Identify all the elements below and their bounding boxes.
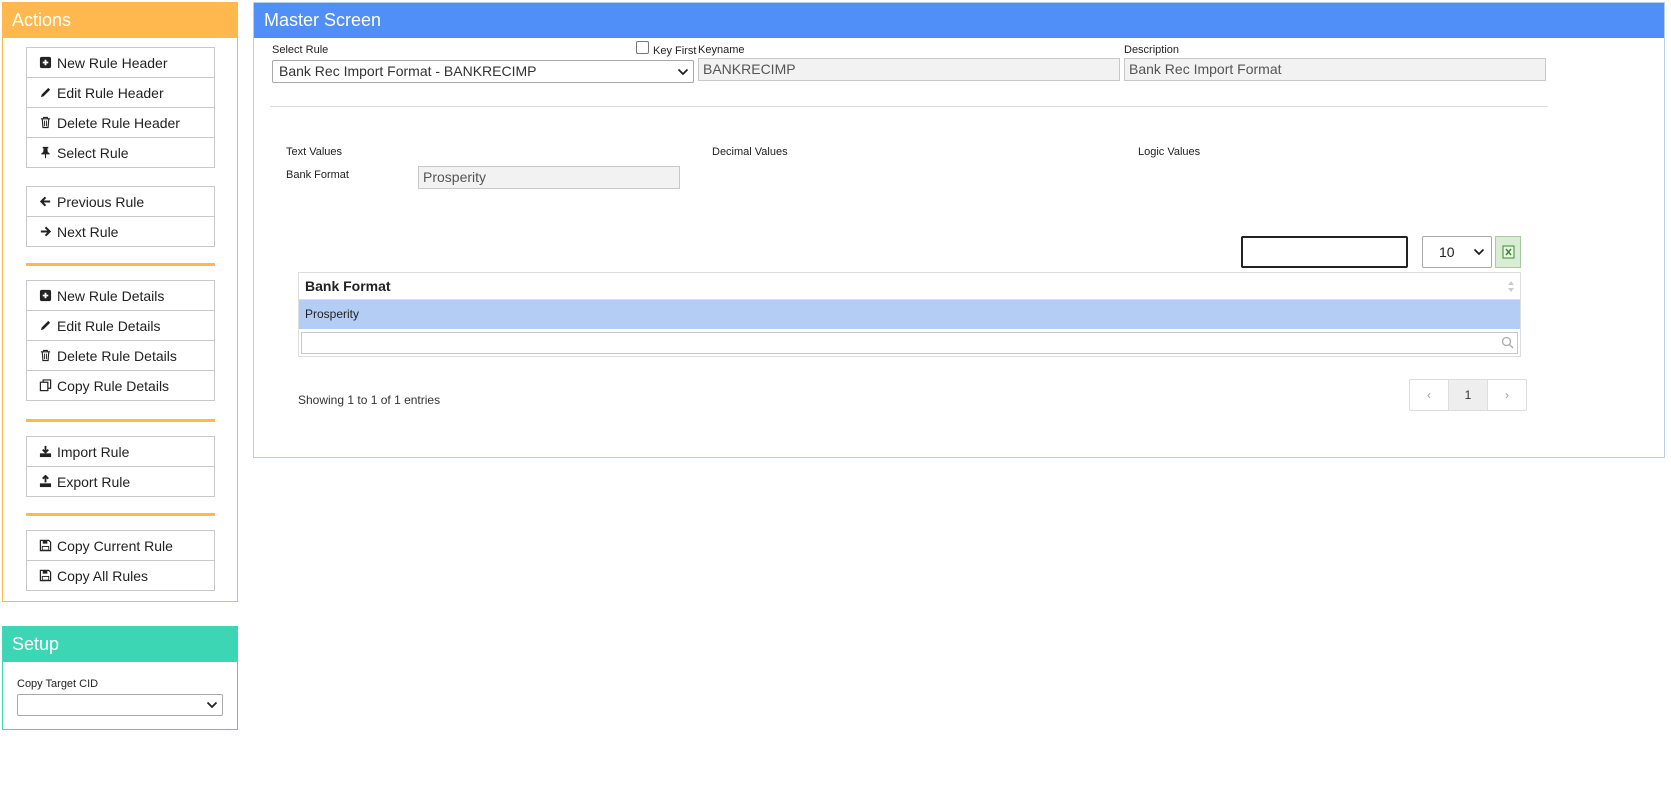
select-rule-label: Select Rule bbox=[57, 144, 129, 161]
pushpin-icon bbox=[38, 146, 52, 160]
delete-rule-details-label: Delete Rule Details bbox=[57, 347, 177, 364]
table-info: Showing 1 to 1 of 1 entries bbox=[298, 393, 441, 407]
rule-details-group: New Rule Details Edit Rule Details Delet… bbox=[26, 280, 215, 401]
next-rule-label: Next Rule bbox=[57, 223, 119, 240]
copy-rule-details-button[interactable]: Copy Rule Details bbox=[26, 370, 215, 401]
pagination: ‹ 1 › bbox=[1409, 379, 1527, 411]
decimal-values-label: Decimal Values bbox=[712, 146, 788, 158]
new-rule-details-label: New Rule Details bbox=[57, 287, 165, 304]
arrow-left-icon bbox=[38, 195, 52, 209]
new-rule-header-button[interactable]: New Rule Header bbox=[26, 47, 215, 78]
navigation-group: Previous Rule Next Rule bbox=[26, 186, 215, 247]
bank-format-label: Bank Format bbox=[286, 169, 349, 181]
select-rule-dropdown[interactable]: Bank Rec Import Format - BANKRECIMP bbox=[272, 60, 694, 83]
floppy-disk-icon bbox=[38, 539, 52, 553]
column-filter-input[interactable] bbox=[301, 332, 1518, 354]
copy-rules-group: Copy Current Rule Copy All Rules bbox=[26, 530, 215, 591]
download-icon bbox=[38, 445, 52, 459]
key-first-checkbox[interactable] bbox=[636, 41, 649, 54]
master-screen-title: Master Screen bbox=[254, 3, 1664, 38]
divider bbox=[270, 106, 1548, 107]
page-length-value: 10 bbox=[1439, 244, 1455, 260]
previous-rule-label: Previous Rule bbox=[57, 193, 145, 210]
actions-panel: Actions New Rule Header Edit Rule Header… bbox=[2, 2, 238, 602]
floppy-disk-icon bbox=[38, 569, 52, 583]
copy-icon bbox=[38, 379, 52, 393]
upload-icon bbox=[38, 475, 52, 489]
trash-icon bbox=[38, 349, 52, 363]
copy-all-rules-label: Copy All Rules bbox=[57, 567, 149, 584]
edit-rule-header-button[interactable]: Edit Rule Header bbox=[26, 77, 215, 108]
setup-title: Setup bbox=[3, 627, 237, 662]
plus-square-icon bbox=[38, 56, 52, 70]
copy-all-rules-button[interactable]: Copy All Rules bbox=[26, 560, 215, 591]
keyname-label: Keyname bbox=[698, 44, 745, 56]
description-field[interactable]: Bank Rec Import Format bbox=[1124, 58, 1546, 81]
key-first-label: Key First bbox=[653, 45, 697, 57]
edit-rule-header-label: Edit Rule Header bbox=[57, 84, 164, 101]
previous-rule-button[interactable]: Previous Rule bbox=[26, 186, 215, 217]
select-rule-label: Select Rule bbox=[272, 44, 329, 56]
page-length-select[interactable]: 10 bbox=[1422, 236, 1492, 268]
export-excel-button[interactable] bbox=[1495, 236, 1521, 268]
edit-rule-details-button[interactable]: Edit Rule Details bbox=[26, 310, 215, 341]
chevron-down-icon bbox=[1473, 248, 1485, 256]
chevron-down-icon bbox=[206, 701, 218, 709]
column-header-label: Bank Format bbox=[305, 278, 391, 294]
logic-values-label: Logic Values bbox=[1138, 146, 1201, 158]
copy-current-rule-button[interactable]: Copy Current Rule bbox=[26, 530, 215, 561]
sort-icon bbox=[1508, 281, 1514, 292]
new-rule-header-label: New Rule Header bbox=[57, 54, 168, 71]
text-values-label: Text Values bbox=[286, 146, 343, 158]
import-rule-button[interactable]: Import Rule bbox=[26, 436, 215, 467]
table-cell: Prosperity bbox=[305, 307, 360, 321]
bank-format-table: Bank Format Prosperity bbox=[298, 272, 1521, 357]
trash-icon bbox=[38, 116, 52, 130]
import-export-group: Import Rule Export Rule bbox=[26, 436, 215, 497]
bank-format-field[interactable]: Prosperity bbox=[418, 166, 680, 189]
table-row[interactable]: Prosperity bbox=[298, 300, 1521, 329]
section-divider bbox=[26, 513, 215, 516]
delete-rule-header-label: Delete Rule Header bbox=[57, 114, 180, 131]
select-rule-button[interactable]: Select Rule bbox=[26, 137, 215, 168]
next-rule-button[interactable]: Next Rule bbox=[26, 216, 215, 247]
section-divider bbox=[26, 419, 215, 422]
previous-page-button[interactable]: ‹ bbox=[1410, 380, 1448, 410]
arrow-right-icon bbox=[38, 225, 52, 239]
column-header-bank-format[interactable]: Bank Format bbox=[298, 272, 1521, 300]
plus-square-icon bbox=[38, 289, 52, 303]
page-1-button[interactable]: 1 bbox=[1448, 380, 1487, 410]
copy-target-cid-label: Copy Target CID bbox=[17, 678, 99, 690]
copy-target-cid-select[interactable] bbox=[17, 694, 223, 716]
next-page-button[interactable]: › bbox=[1487, 380, 1526, 410]
export-rule-label: Export Rule bbox=[57, 473, 131, 490]
description-label: Description bbox=[1124, 44, 1180, 56]
edit-rule-details-label: Edit Rule Details bbox=[57, 317, 161, 334]
copy-rule-details-label: Copy Rule Details bbox=[57, 377, 170, 394]
master-screen-panel: Master Screen Select Rule Key First Bank… bbox=[253, 2, 1665, 458]
export-rule-button[interactable]: Export Rule bbox=[26, 466, 215, 497]
import-rule-label: Import Rule bbox=[57, 443, 130, 460]
delete-rule-details-button[interactable]: Delete Rule Details bbox=[26, 340, 215, 371]
actions-title: Actions bbox=[3, 3, 237, 38]
select-rule-value: Bank Rec Import Format - BANKRECIMP bbox=[279, 63, 537, 79]
excel-icon bbox=[1502, 245, 1514, 259]
delete-rule-header-button[interactable]: Delete Rule Header bbox=[26, 107, 215, 138]
column-filter-row bbox=[298, 329, 1521, 357]
section-divider bbox=[26, 263, 215, 266]
chevron-down-icon bbox=[677, 68, 689, 75]
table-search-input[interactable] bbox=[1241, 236, 1408, 268]
rule-header-group: New Rule Header Edit Rule Header Delete … bbox=[26, 47, 215, 168]
pencil-icon bbox=[38, 319, 52, 333]
setup-panel: Setup Copy Target CID bbox=[2, 626, 238, 730]
keyname-field[interactable]: BANKRECIMP bbox=[698, 58, 1120, 81]
pencil-icon bbox=[38, 86, 52, 100]
new-rule-details-button[interactable]: New Rule Details bbox=[26, 280, 215, 311]
search-icon bbox=[1501, 336, 1514, 349]
copy-current-rule-label: Copy Current Rule bbox=[57, 537, 173, 554]
